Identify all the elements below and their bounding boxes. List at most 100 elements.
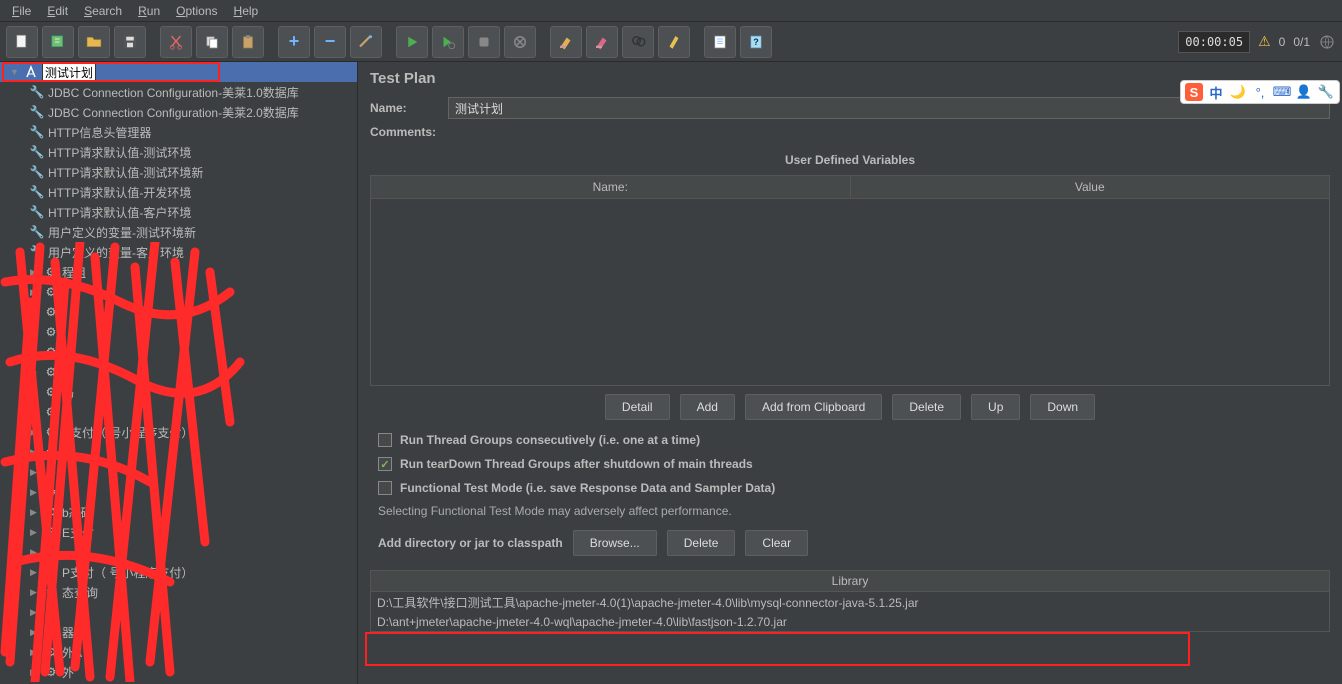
tree-item[interactable]: 🔧JDBC Connection Configuration-美莱2.0数据库 [0,102,357,122]
down-button[interactable]: Down [1030,394,1095,420]
gear-icon: ⚙ [44,325,58,339]
tree-item[interactable]: 🔧HTTP请求默认值-测试环境新 [0,162,357,182]
testplan-icon [24,65,38,79]
tree-root[interactable]: ▼ 测试计划 [0,62,357,82]
search-button[interactable] [622,26,654,58]
start-no-timers-button[interactable] [432,26,464,58]
detail-button[interactable]: Detail [605,394,670,420]
toggle-button[interactable] [350,26,382,58]
help-button[interactable]: ? [740,26,772,58]
gear-icon: ⚙ [44,365,58,379]
function-helper-button[interactable] [704,26,736,58]
elapsed-timer: 00:00:05 [1178,31,1250,53]
clear-button[interactable] [550,26,582,58]
tree-item[interactable]: ▶⚙态查询 [0,582,357,602]
tree-item[interactable]: ▶⚙程组 [0,262,357,282]
shutdown-button[interactable] [504,26,536,58]
library-table[interactable]: Library D:\工具软件\接口测试工具\apache-jmeter-4.0… [370,570,1330,632]
collapse-button[interactable]: − [314,26,346,58]
tree-item[interactable]: ▶⚙外 [0,662,357,682]
expand-icon[interactable]: ▼ [10,67,20,77]
tree-item[interactable]: 🔧HTTP信息头管理器 [0,122,357,142]
svg-text:?: ? [753,37,759,47]
library-row[interactable]: D:\ant+jmeter\apache-jmeter-4.0-wql\apac… [371,613,1329,631]
gear-icon: ⚙ [44,485,58,499]
menu-file[interactable]: File [4,1,39,21]
clear-all-button[interactable] [586,26,618,58]
cut-button[interactable] [160,26,192,58]
tree-item[interactable]: ▶⚙P支付（ 号小程序支付） [0,562,357,582]
up-button[interactable]: Up [971,394,1020,420]
functional-checkbox[interactable] [378,481,392,495]
tree-item[interactable]: 🔧HTTP请求默认值-测试环境 [0,142,357,162]
gear-icon: ⚙ [44,285,58,299]
browse-button[interactable]: Browse... [573,530,657,556]
tree-item[interactable]: 🔧用户定义的变量-测试环境新 [0,222,357,242]
menu-options[interactable]: Options [168,1,225,21]
tree-item[interactable]: 🔧用户定义的变量-客户环境 [0,242,357,262]
templates-button[interactable] [42,26,74,58]
tree-item[interactable]: ▶⚙器 [0,622,357,642]
reset-search-button[interactable] [658,26,690,58]
tree-item[interactable]: ▶⚙P支付（ 号小程序支付） [0,422,357,442]
tree-item[interactable]: 🔧HTTP请求默认值-开发环境 [0,182,357,202]
menu-help[interactable]: Help [226,1,267,21]
tree-item[interactable]: ▶⚙E支付 [0,522,357,542]
tree-item[interactable]: 🔧JDBC Connection Configuration-美莱1.0数据库 [0,82,357,102]
gear-icon: ⚙ [44,445,58,459]
ime-toolbar[interactable]: S 中 🌙 °, ⌨ 👤 🔧 [1180,80,1340,104]
library-row[interactable]: D:\工具软件\接口测试工具\apache-jmeter-4.0(1)\apac… [371,592,1329,613]
add-button[interactable]: Add [680,394,735,420]
tree-item[interactable]: ▶⚙吗 [0,442,357,462]
paste-button[interactable] [232,26,264,58]
ime-lang[interactable]: 中 [1207,83,1225,101]
consecutive-checkbox[interactable] [378,433,392,447]
settings-icon[interactable]: 🔧 [1317,83,1335,101]
delete-jar-button[interactable]: Delete [667,530,736,556]
tree-item[interactable]: 🔧HTTP请求默认值-客户环境 [0,202,357,222]
gear-icon: ⚙ [44,425,58,439]
start-button[interactable] [396,26,428,58]
person-icon[interactable]: 👤 [1295,83,1313,101]
open-button[interactable] [78,26,110,58]
keyboard-icon[interactable]: ⌨ [1273,83,1291,101]
functional-label: Functional Test Mode (i.e. save Response… [400,481,775,495]
variables-table[interactable]: Name: Value [370,175,1330,386]
copy-button[interactable] [196,26,228,58]
delete-button[interactable]: Delete [892,394,961,420]
tree-item[interactable]: ▶⚙ [0,402,357,422]
menu-run[interactable]: Run [130,1,168,21]
tree-item[interactable]: ▶⚙ [0,322,357,342]
config-icon: 🔧 [30,105,44,119]
tree-item[interactable]: ▶⚙ [0,482,357,502]
gear-icon: ⚙ [44,525,58,539]
tree-item[interactable]: ▶⚙ [0,462,357,482]
punct-icon[interactable]: °, [1251,83,1269,101]
save-button[interactable] [114,26,146,58]
clear-button[interactable]: Clear [745,530,808,556]
column-value: Value [851,176,1330,198]
gear-icon: ⚙ [44,645,58,659]
tree-item[interactable]: ▶⚙ [0,342,357,362]
tree-item[interactable]: ▶⚙b态码 [0,502,357,522]
config-icon: 🔧 [30,185,44,199]
tree-item[interactable]: ▶⚙ [0,542,357,562]
expand-button[interactable]: + [278,26,310,58]
warning-icon[interactable]: ⚠ [1258,33,1271,50]
new-button[interactable] [6,26,38,58]
menu-edit[interactable]: Edit [39,1,76,21]
tree-item[interactable]: ▶⚙ [0,302,357,322]
sogou-icon[interactable]: S [1185,83,1203,101]
moon-icon[interactable]: 🌙 [1229,83,1247,101]
tree-item[interactable]: ▶⚙ [0,362,357,382]
tree-item[interactable]: ▶⚙ [0,602,357,622]
tree-item[interactable]: ▶⚙ [0,282,357,302]
menu-search[interactable]: Search [76,1,130,21]
tree-item[interactable]: ▶⚙吗 [0,382,357,402]
teardown-checkbox[interactable] [378,457,392,471]
stop-button[interactable] [468,26,500,58]
tree-item[interactable]: ▶⚙外A [0,642,357,662]
config-icon: 🔧 [30,85,44,99]
tree-panel[interactable]: ▼ 测试计划 🔧JDBC Connection Configuration-美莱… [0,62,358,684]
add-from-clipboard-button[interactable]: Add from Clipboard [745,394,882,420]
